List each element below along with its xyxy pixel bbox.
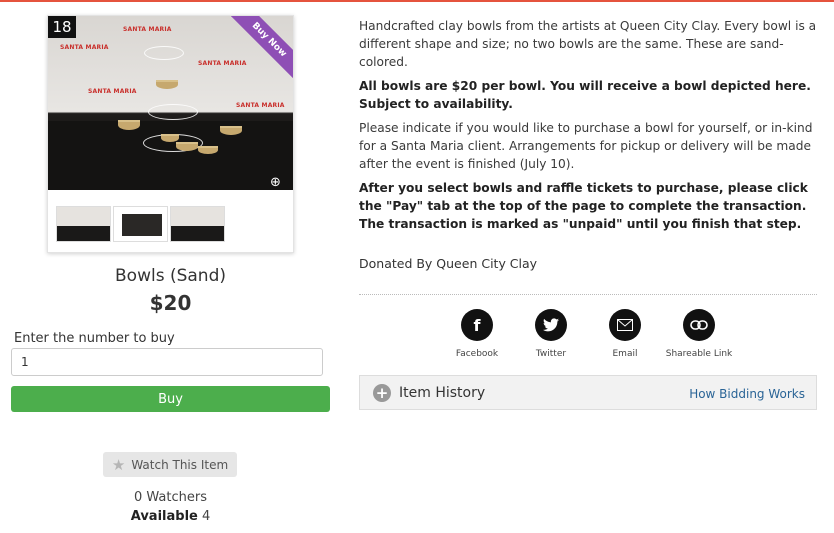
top-accent-line <box>0 0 834 2</box>
share-label: Email <box>612 349 638 359</box>
description-paragraph: Please indicate if you would like to pur… <box>359 121 813 171</box>
glass-stand <box>148 104 198 120</box>
item-history-panel[interactable]: + Item History How Bidding Works <box>359 375 817 410</box>
expand-plus-icon[interactable]: + <box>373 384 391 402</box>
table-cloth <box>48 121 293 190</box>
item-number-badge: 18 <box>48 16 76 38</box>
bowl <box>161 134 179 142</box>
quantity-input[interactable] <box>11 348 323 376</box>
watch-item-label: Watch This Item <box>131 457 229 472</box>
email-icon <box>609 309 641 341</box>
item-price: $20 <box>149 291 192 315</box>
quantity-label: Enter the number to buy <box>14 331 175 346</box>
link-icon <box>683 309 715 341</box>
zoom-icon[interactable]: ⊕ <box>270 176 286 190</box>
buy-now-ribbon-label: Buy Now <box>231 16 293 78</box>
thumbnail[interactable] <box>56 206 111 242</box>
share-link[interactable]: Shareable Link <box>659 309 739 359</box>
backdrop-logo: SANTA MARIA <box>60 44 109 51</box>
share-email[interactable]: Email <box>585 309 665 359</box>
item-title: Bowls (Sand) <box>115 266 226 286</box>
bowl <box>156 80 178 89</box>
divider <box>359 294 817 295</box>
item-main-photo[interactable]: SANTA MARIA SANTA MARIA SANTA MARIA SANT… <box>48 16 293 190</box>
how-bidding-works-link[interactable]: How Bidding Works <box>689 387 805 401</box>
description-paragraph: After you select bowls and raffle ticket… <box>359 181 808 231</box>
star-icon: ★ <box>111 455 126 474</box>
item-history-title: Item History <box>399 385 486 401</box>
buy-button[interactable]: Buy <box>11 386 330 412</box>
bowl <box>176 142 198 151</box>
thumbnail[interactable] <box>170 206 225 242</box>
twitter-icon <box>535 309 567 341</box>
available-count: Available 4 <box>47 509 294 524</box>
donated-by: Donated By Queen City Clay <box>359 256 538 271</box>
bowl <box>220 126 242 135</box>
share-label: Facebook <box>455 349 499 359</box>
description-paragraph: All bowls are $20 per bowl. You will rec… <box>359 79 811 111</box>
backdrop-logo: SANTA MARIA <box>88 88 137 95</box>
thumbnail[interactable] <box>113 206 168 242</box>
share-label: Twitter <box>535 349 567 359</box>
available-label: Available <box>130 509 198 524</box>
facebook-icon: f <box>461 309 493 341</box>
bowl <box>198 146 218 154</box>
watch-item-button[interactable]: ★ Watch This Item <box>103 452 237 477</box>
description-paragraph: Handcrafted clay bowls from the artists … <box>359 19 817 69</box>
share-facebook[interactable]: f Facebook <box>437 309 517 359</box>
share-label: Shareable Link <box>665 349 733 359</box>
available-number: 4 <box>201 509 211 524</box>
glass-stand <box>144 46 184 60</box>
item-image-card: SANTA MARIA SANTA MARIA SANTA MARIA SANT… <box>47 15 294 253</box>
buy-now-ribbon: Buy Now <box>231 16 293 78</box>
watchers-count: 0 Watchers <box>134 490 207 505</box>
backdrop-logo: SANTA MARIA <box>123 26 172 33</box>
backdrop-logo: SANTA MARIA <box>236 102 285 109</box>
bowl <box>118 120 140 130</box>
item-description: Handcrafted clay bowls from the artists … <box>359 17 819 239</box>
share-twitter[interactable]: Twitter <box>511 309 591 359</box>
thumbnail-strip <box>56 206 286 246</box>
